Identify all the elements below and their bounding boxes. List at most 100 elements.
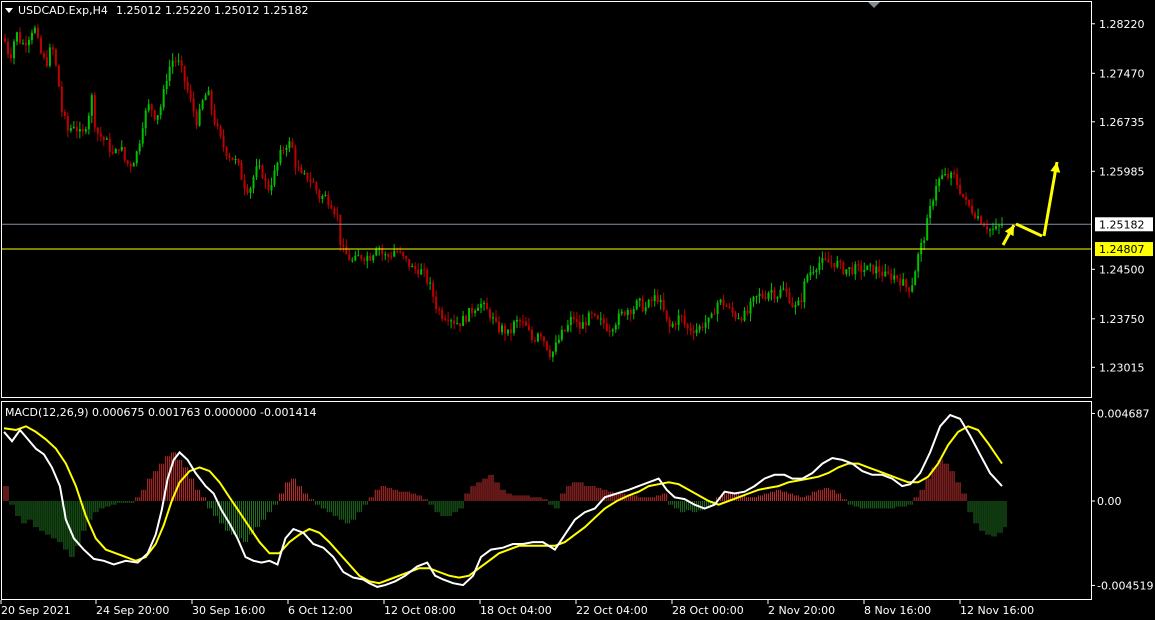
- price-axis[interactable]: 1.28220 1.27470 1.26735 1.25985 1.24500 1.237…: [1091, 18, 1145, 375]
- time-tick-label: 18 Oct 04:00: [480, 604, 552, 617]
- candle-body: [324, 195, 327, 197]
- candle-body: [486, 303, 489, 310]
- price-tick-label: 1.23750: [1099, 313, 1145, 326]
- candle-body: [108, 138, 111, 152]
- candle-body: [72, 126, 75, 128]
- candle-body: [483, 303, 486, 305]
- candle-body: [243, 179, 246, 189]
- candle-body: [453, 320, 456, 324]
- forecast-arrows[interactable]: [1001, 161, 1061, 246]
- scroll-marker-icon[interactable]: [868, 2, 880, 8]
- candle-body: [761, 293, 764, 298]
- candle-body: [818, 262, 821, 270]
- candle-body: [968, 199, 971, 206]
- candle-body: [647, 300, 650, 307]
- candle-body: [824, 258, 827, 260]
- candle-body: [183, 66, 186, 82]
- candle-body: [228, 155, 231, 158]
- trading-chart[interactable]: 1.28220 1.27470 1.26735 1.25985 1.24500 1.237…: [0, 0, 1155, 620]
- candle-body: [63, 111, 66, 116]
- candle-body: [171, 60, 174, 67]
- candle-body: [788, 292, 791, 303]
- price-tick-label: 1.24500: [1099, 263, 1145, 276]
- candle-body: [264, 177, 267, 182]
- candle-body: [390, 256, 393, 258]
- candle-body: [372, 255, 375, 261]
- candle-body: [728, 306, 731, 308]
- symbol-label: USDCAD.Exp,H4: [18, 4, 108, 17]
- candle-body: [201, 100, 204, 110]
- candle-body: [980, 216, 983, 224]
- candle-body: [198, 109, 201, 126]
- candle-body: [938, 178, 941, 187]
- candle-body: [836, 260, 839, 268]
- candle-body: [671, 323, 674, 327]
- candle-body: [605, 323, 608, 331]
- candle-body: [129, 163, 132, 167]
- candle-body: [351, 260, 354, 262]
- candle-body: [126, 160, 129, 164]
- candle-body: [584, 322, 587, 326]
- candle-body: [39, 37, 42, 54]
- candle-body: [207, 90, 210, 96]
- price-tick-label: 1.23015: [1099, 361, 1145, 374]
- candle-body: [363, 258, 366, 261]
- candle-body: [495, 317, 498, 322]
- candle-body: [806, 275, 809, 282]
- candle-body: [959, 184, 962, 194]
- price-pane[interactable]: 1.28220 1.27470 1.26735 1.25985 1.24500 1.237…: [1, 1, 1154, 398]
- candle-body: [986, 226, 989, 230]
- bid-price-tag: 1.25182: [1095, 217, 1153, 232]
- macd-pane[interactable]: 0.004687 0.00 -0.004519 MACD(12,26,9) 0.00…: [1, 401, 1154, 600]
- candle-body: [231, 157, 234, 160]
- time-axis[interactable]: 20 Sep 2021 24 Sep 20:00 30 Sep 16:00 6 Oct…: [0, 600, 1034, 617]
- candle-body: [384, 254, 387, 256]
- candle-body: [138, 143, 141, 152]
- candle-body: [435, 296, 438, 310]
- candle-body: [447, 319, 450, 321]
- arrow-shaft: [1015, 222, 1043, 238]
- candle-body: [995, 226, 998, 229]
- candle-body: [611, 329, 614, 332]
- triangle-down-icon[interactable]: [5, 8, 13, 13]
- candle-body: [650, 300, 653, 302]
- candle-body: [923, 240, 926, 243]
- candle-body: [530, 330, 533, 341]
- candle-body: [749, 301, 752, 314]
- candle-body: [956, 174, 959, 185]
- candle-body: [557, 339, 560, 343]
- candle-body: [417, 269, 420, 275]
- candle-body: [638, 298, 641, 301]
- candle-body: [902, 279, 905, 286]
- candle-body: [944, 174, 947, 176]
- candle-body: [399, 251, 402, 253]
- macd-axis[interactable]: 0.004687 0.00 -0.004519: [1091, 407, 1153, 592]
- candle-body: [533, 340, 536, 342]
- candle-body: [911, 285, 914, 292]
- candle-body: [506, 329, 509, 334]
- candle-body: [782, 288, 785, 290]
- candle-body: [875, 266, 878, 274]
- candle-body: [222, 136, 225, 147]
- candle-body: [773, 290, 776, 299]
- candle-body: [707, 317, 710, 323]
- candle-body: [791, 302, 794, 308]
- candle-body: [596, 315, 599, 319]
- candle-body: [803, 281, 806, 303]
- candle-body: [387, 254, 390, 257]
- candle-body: [551, 351, 554, 358]
- candle-body: [102, 136, 105, 140]
- price-pane-frame: [1, 1, 1092, 398]
- candle-body: [288, 141, 291, 148]
- candle-body: [941, 175, 944, 179]
- candle-body: [620, 311, 623, 314]
- candle-body: [99, 133, 102, 137]
- candle-body: [30, 32, 33, 41]
- candle-body: [96, 127, 99, 134]
- candle-body: [282, 150, 285, 152]
- time-tick-label: 12 Nov 16:00: [960, 604, 1034, 617]
- candle-body: [21, 43, 24, 45]
- candle-body: [240, 162, 243, 180]
- candle-body: [563, 329, 566, 332]
- candle-body: [515, 319, 518, 322]
